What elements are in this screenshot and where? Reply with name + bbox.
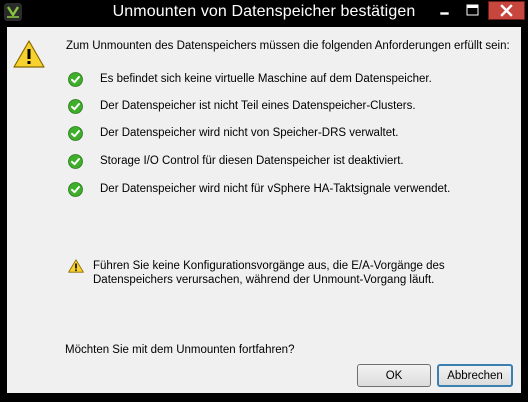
green-check-icon (68, 182, 83, 197)
ok-button[interactable]: OK (357, 364, 431, 387)
minimize-button[interactable] (431, 1, 458, 20)
green-check-icon (68, 154, 83, 169)
requirement-label: Storage I/O Control für diesen Datenspei… (100, 155, 404, 167)
requirement-label: Es befindet sich keine virtuelle Maschin… (100, 73, 432, 85)
dialog-content: Zum Unmounten des Datenspeichers müssen … (7, 27, 521, 393)
warning-triangle-icon (68, 259, 84, 273)
close-icon (500, 4, 513, 17)
green-check-icon (68, 72, 83, 87)
maximize-icon (466, 4, 479, 16)
requirement-label: Der Datenspeicher ist nicht Teil eines D… (100, 100, 416, 112)
cancel-button[interactable]: Abbrechen (437, 364, 513, 387)
requirement-label: Der Datenspeicher wird nicht für vSphere… (100, 183, 451, 195)
maximize-button[interactable] (459, 1, 486, 20)
green-check-icon (68, 126, 83, 141)
minimize-icon (439, 11, 450, 16)
warning-message: Führen Sie keine Konfigurationsvorgänge … (93, 260, 445, 286)
intro-text: Zum Unmounten des Datenspeichers müssen … (66, 40, 510, 52)
confirmation-question: Möchten Sie mit dem Unmounten fortfahren… (65, 344, 295, 356)
warning-triangle-icon (13, 40, 45, 68)
dialog-window: Unmounten von Datenspeicher bestätigen Z… (0, 0, 528, 402)
green-check-icon (68, 99, 83, 114)
close-button[interactable] (488, 1, 525, 20)
title-bar[interactable]: Unmounten von Datenspeicher bestätigen (0, 0, 528, 26)
requirement-label: Der Datenspeicher wird nicht von Speiche… (100, 127, 399, 139)
